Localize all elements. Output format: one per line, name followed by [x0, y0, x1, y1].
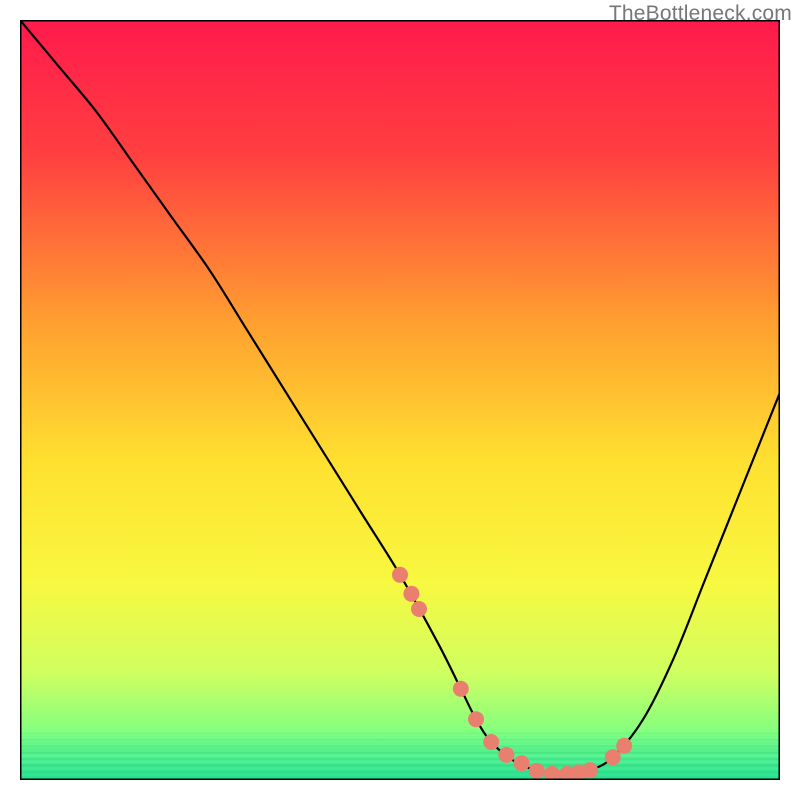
bottleneck-chart: [20, 20, 780, 780]
data-marker: [529, 763, 545, 779]
data-marker: [411, 601, 427, 617]
data-marker: [605, 749, 621, 765]
attribution-text: TheBottleneck.com: [609, 2, 792, 26]
data-marker: [392, 567, 408, 583]
gradient-background: [20, 20, 780, 780]
data-marker: [514, 755, 530, 771]
chart-container: [20, 20, 780, 780]
data-marker: [403, 586, 419, 602]
data-marker: [582, 762, 598, 778]
data-marker: [483, 734, 499, 750]
data-marker: [498, 747, 514, 763]
data-marker: [453, 681, 469, 697]
data-marker: [616, 738, 632, 754]
data-marker: [468, 711, 484, 727]
